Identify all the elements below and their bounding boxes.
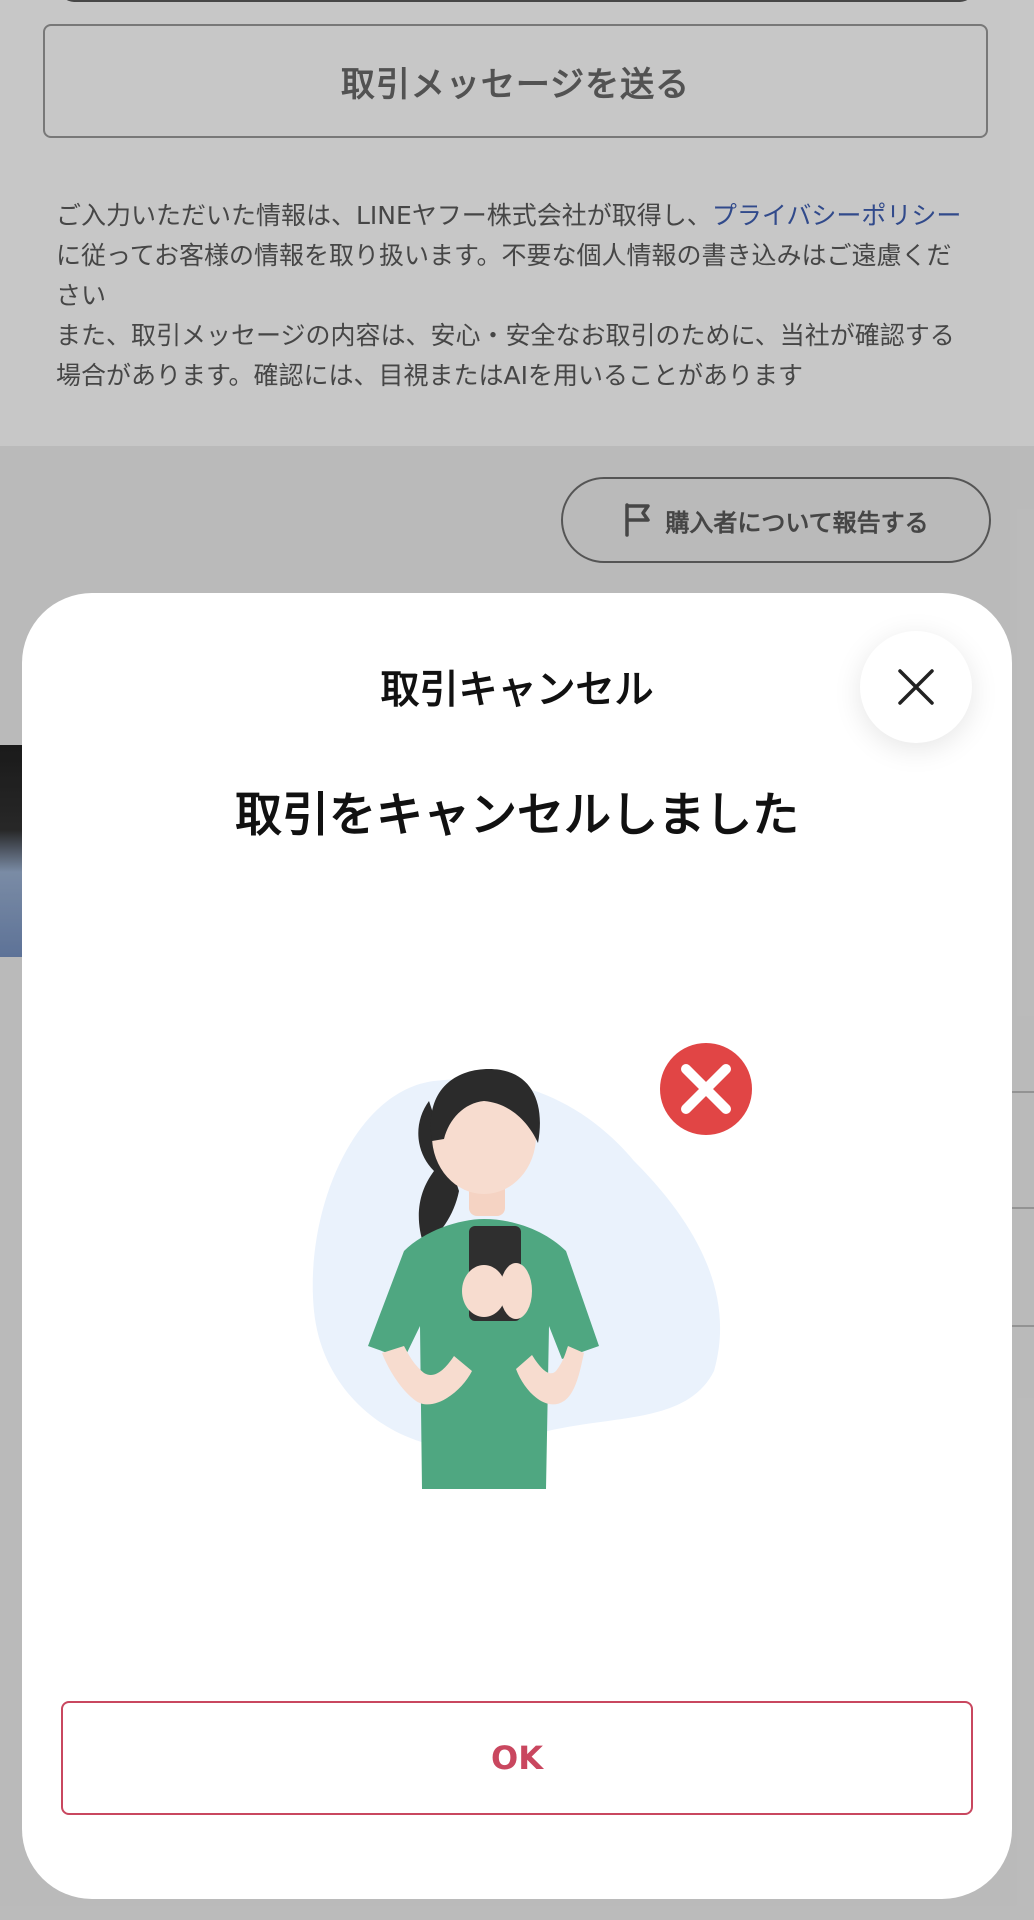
cancel-headline: 取引をキャンセルしました [235,788,799,843]
ok-label: OK [491,1739,543,1777]
ok-button[interactable]: OK [61,1701,973,1815]
cancel-illustration [312,1043,752,1489]
cancel-modal: 取引キャンセル 取引をキャンセルしました OK [22,593,1012,1899]
close-button[interactable] [860,631,972,743]
close-icon [898,669,934,705]
